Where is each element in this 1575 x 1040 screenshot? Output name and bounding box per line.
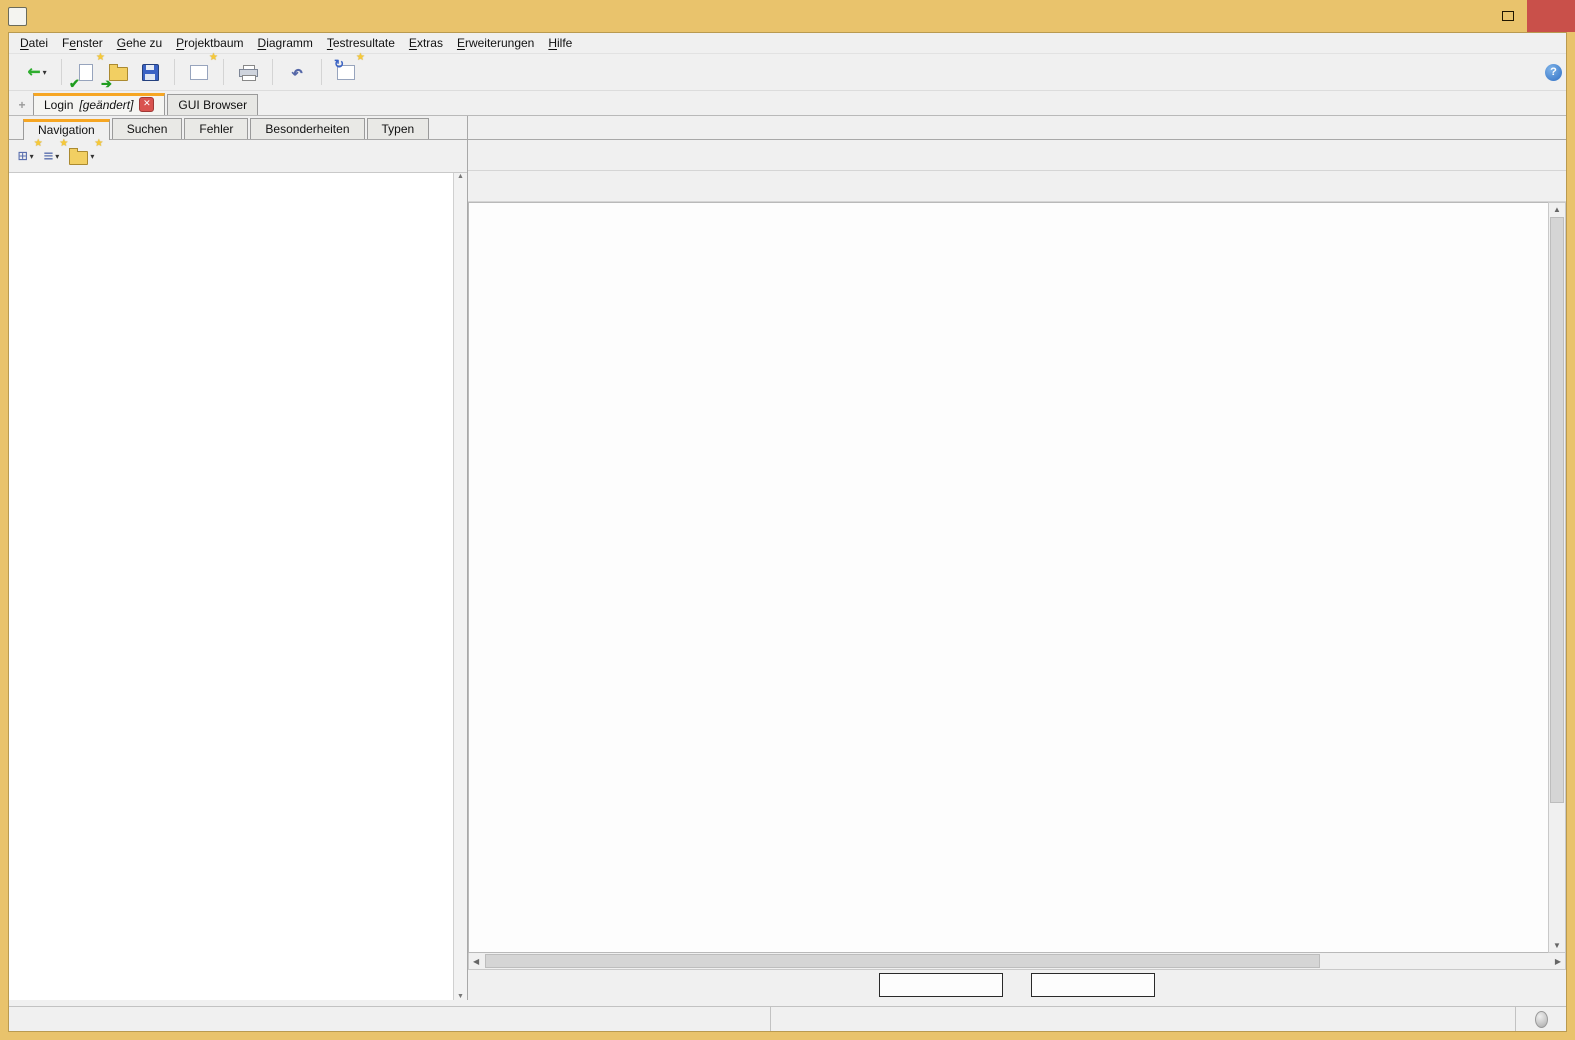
scroll-down-icon[interactable]: ▼ (1549, 939, 1565, 952)
diagram-edit-toolbar (468, 171, 1566, 202)
close-tab-icon[interactable]: ✕ (139, 97, 154, 112)
dropdown-arrow-icon[interactable]: ▾ (30, 152, 34, 161)
status-led-section (1516, 1007, 1566, 1031)
back-button[interactable]: ←▾ (24, 58, 50, 86)
menu-item-gehe-zu[interactable]: Gehe zu (110, 34, 169, 52)
dropdown-arrow-icon[interactable]: ▾ (43, 68, 47, 77)
menu-item-projektbaum[interactable]: Projektbaum (169, 34, 250, 52)
diagram-canvas[interactable] (468, 202, 1548, 953)
scroll-down-icon[interactable]: ▼ (457, 993, 464, 1000)
list-plus-icon: ≡ (44, 148, 54, 164)
undo-button[interactable]: ↶ (284, 58, 310, 86)
status-bar (9, 1006, 1566, 1031)
doc-tab-login[interactable]: Login [geändert] ✕ (33, 93, 165, 115)
apply-discard-row (468, 970, 1566, 1000)
tree-scrollbar[interactable]: ▲▼ (453, 173, 467, 1000)
menu-item-extras[interactable]: Extras (402, 34, 450, 52)
left-panel-tabs: NavigationSuchenFehlerBesonderheitenType… (9, 116, 467, 140)
new-list-button[interactable]: ≡★▾ (41, 144, 63, 168)
doc-tab-label: GUI Browser (178, 98, 247, 112)
canvas-vertical-scrollbar[interactable]: ▲ ▼ (1548, 202, 1566, 953)
tab-navigation[interactable]: Navigation (23, 119, 110, 140)
save-button[interactable] (137, 58, 163, 86)
menu-item-datei[interactable]: Datei (13, 34, 55, 52)
title-bar[interactable] (0, 0, 1575, 32)
new-view-button[interactable]: ⊞★▾ (15, 144, 37, 168)
undo-arrow-icon: ↶ (291, 62, 303, 82)
app-window: DateiFensterGehe zuProjektbaumDiagrammTe… (0, 0, 1575, 1040)
left-panel-toolbar: ⊞★▾≡★▾★▾ (9, 140, 467, 173)
main-toolbar: ←▾✔★➔★↶↻★? (9, 54, 1566, 91)
apply-button[interactable] (879, 973, 1003, 997)
discard-button[interactable] (1031, 973, 1155, 997)
menu-bar: DateiFensterGehe zuProjektbaumDiagrammTe… (9, 33, 1566, 54)
scroll-up-icon[interactable]: ▲ (457, 173, 464, 180)
new-star-icon: ★ (96, 52, 105, 63)
editor-tabs (468, 116, 1566, 140)
status-section-empty (9, 1007, 771, 1031)
document-tabs: + Login [geändert] ✕ GUI Browser (9, 91, 1566, 116)
printer-icon (239, 65, 258, 80)
activity-led-icon (1535, 1011, 1548, 1028)
new-item-icon-overlay: ✔ (69, 77, 80, 90)
print-button[interactable] (235, 58, 261, 86)
grid-plus-icon: ⊞ (18, 148, 28, 164)
scroll-right-icon[interactable]: ▶ (1551, 955, 1565, 968)
scrollbar-thumb[interactable] (1550, 217, 1564, 803)
menu-item-fenster[interactable]: Fenster (55, 34, 110, 52)
new-star-icon: ★ (94, 138, 103, 149)
canvas-horizontal-scrollbar[interactable]: ◀ ▶ (468, 953, 1566, 970)
doc-tab-label: Login (44, 98, 73, 112)
menu-item-testresultate[interactable]: Testresultate (320, 34, 402, 52)
run-toolbar (468, 140, 1566, 171)
new-item-button[interactable]: ✔★ (73, 58, 99, 86)
back-arrow-icon: ← (27, 61, 40, 83)
save-floppy-icon (142, 64, 159, 81)
reload-clock-icon-overlay: ↻ (334, 58, 344, 70)
scroll-left-icon[interactable]: ◀ (469, 955, 483, 968)
maximize-button[interactable] (1489, 0, 1527, 32)
maximize-icon (1502, 11, 1514, 21)
tab-besonderheiten[interactable]: Besonderheiten (250, 118, 364, 139)
doc-tab-modified-label: [geändert] (79, 98, 133, 112)
menu-item-hilfe[interactable]: Hilfe (541, 34, 579, 52)
help-icon[interactable]: ? (1545, 64, 1562, 81)
close-button[interactable] (1527, 0, 1575, 32)
open-folder-icon-overlay: ➔ (101, 77, 112, 90)
editor-panel: ▲ ▼ ◀ ▶ (468, 116, 1566, 1000)
new-window-button[interactable]: ★ (186, 58, 212, 86)
menu-item-erweiterungen[interactable]: Erweiterungen (450, 34, 541, 52)
scroll-up-icon[interactable]: ▲ (1549, 203, 1565, 216)
new-folder-button[interactable]: ★▾ (66, 144, 97, 168)
new-star-icon: ★ (209, 52, 218, 63)
tab-fehler[interactable]: Fehler (184, 118, 248, 139)
status-text (771, 1007, 1516, 1031)
dropdown-arrow-icon[interactable]: ▾ (90, 152, 94, 161)
new-star-icon: ★ (356, 52, 365, 63)
scrollbar-thumb[interactable] (485, 954, 1320, 968)
tab-suchen[interactable]: Suchen (112, 118, 183, 139)
open-button[interactable]: ➔ (105, 58, 131, 86)
tab-typen[interactable]: Typen (367, 118, 430, 139)
app-icon (8, 7, 27, 26)
new-window-icon (190, 65, 208, 80)
new-item-icon (79, 64, 93, 81)
dropdown-arrow-icon[interactable]: ▾ (55, 152, 59, 161)
navigation-panel: NavigationSuchenFehlerBesonderheitenType… (9, 116, 468, 1000)
doc-tab-gui-browser[interactable]: GUI Browser (167, 94, 258, 115)
folder-plus-icon (69, 151, 88, 165)
add-tab-button[interactable]: + (14, 98, 30, 112)
menu-item-diagramm[interactable]: Diagramm (251, 34, 320, 52)
reload-view-button[interactable]: ↻★ (333, 58, 359, 86)
test-tree (9, 173, 453, 1000)
minimize-button[interactable] (1451, 0, 1489, 32)
